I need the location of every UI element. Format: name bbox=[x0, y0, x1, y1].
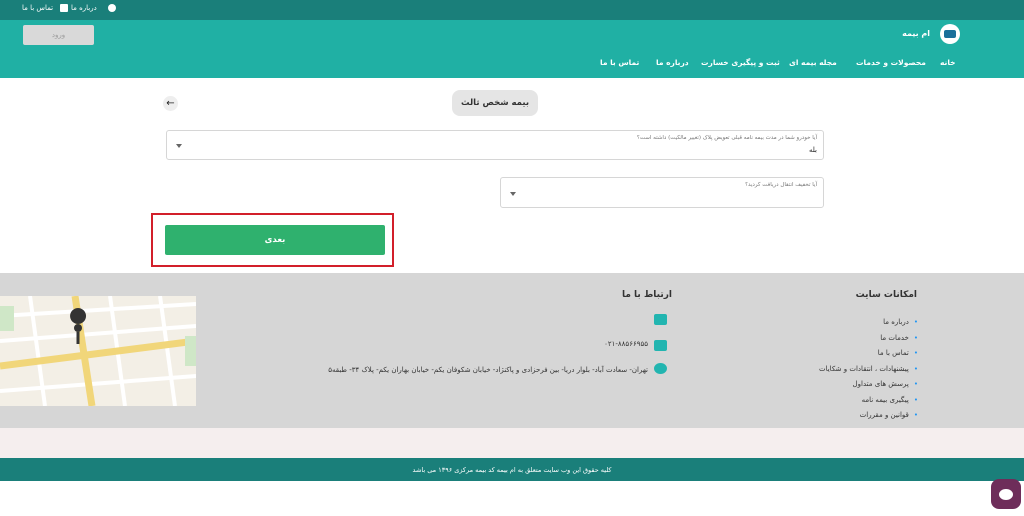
chevron-down-icon bbox=[176, 144, 182, 148]
next-button[interactable]: بعدی bbox=[165, 225, 385, 255]
contact-address: تهران- سعادت آباد- بلوار دریا- بین فرحزا… bbox=[328, 366, 648, 374]
topbar-about-link[interactable]: درباره ما bbox=[60, 4, 97, 12]
transfer-discount-select[interactable]: آیا تخفیف انتقال دریافت کردید؟ bbox=[500, 177, 824, 208]
footer-spacer bbox=[0, 428, 1024, 458]
copyright-text: کلیه حقوق این وب سایت متعلق به ام بیمه ک… bbox=[412, 465, 612, 474]
features-list: درباره ما خدمات ما تماس با ما پیشنهادات … bbox=[819, 318, 918, 427]
footer-link-faq[interactable]: پرسش های متداول bbox=[819, 380, 918, 396]
contact-title: ارتباط با ما bbox=[621, 290, 672, 300]
footer-link-rules[interactable]: قوانین و مقررات bbox=[819, 411, 918, 427]
logo-mark-icon bbox=[944, 30, 956, 38]
footer-link-contact[interactable]: تماس با ما bbox=[819, 349, 918, 365]
footer-link-services[interactable]: خدمات ما bbox=[819, 334, 918, 350]
nav-claims[interactable]: ثبت و پیگیری خسارت bbox=[701, 58, 780, 67]
nav-about[interactable]: درباره ما bbox=[656, 58, 689, 67]
plate-change-select[interactable]: آیا خودرو شما در مدت بیمه نامه قبلی تعوی… bbox=[166, 130, 824, 160]
site-header: ورود ام بیمه bbox=[0, 20, 1024, 78]
brand-name: ام بیمه bbox=[902, 29, 930, 38]
location-map[interactable] bbox=[0, 296, 196, 406]
plate-change-label: آیا خودرو شما در مدت بیمه نامه قبلی تعوی… bbox=[636, 135, 817, 141]
location-pin-icon bbox=[654, 363, 667, 374]
login-button[interactable]: ورود bbox=[23, 25, 94, 45]
topbar-about-label: درباره ما bbox=[71, 4, 97, 12]
page-title: بیمه شخص ثالث bbox=[452, 90, 538, 116]
nav-insurance-magazine[interactable]: مجله بیمه ای bbox=[789, 58, 837, 67]
envelope-icon[interactable] bbox=[654, 314, 667, 325]
footer-link-tracking[interactable]: پیگیری بیمه نامه bbox=[819, 396, 918, 412]
back-arrow-icon[interactable]: ← bbox=[163, 96, 178, 111]
nav-contact[interactable]: تماس با ما bbox=[600, 58, 639, 67]
chat-bubble-icon bbox=[999, 488, 1013, 500]
nav-home[interactable]: خانه bbox=[940, 58, 956, 67]
footer-link-about[interactable]: درباره ما bbox=[819, 318, 918, 334]
topbar-contact-link[interactable]: تماس با ما bbox=[22, 4, 53, 12]
map-image bbox=[0, 296, 196, 406]
topbar-contact-label: تماس با ما bbox=[22, 4, 54, 12]
top-bar: تماس با ما درباره ما bbox=[0, 0, 1024, 20]
info-icon[interactable] bbox=[108, 4, 116, 12]
house-icon bbox=[60, 4, 68, 12]
contact-phone: ۰۲۱-۸۸۵۶۶۹۵۵ bbox=[604, 340, 648, 348]
transfer-discount-label: آیا تخفیف انتقال دریافت کردید؟ bbox=[745, 182, 817, 188]
brand-logo[interactable] bbox=[940, 24, 960, 44]
plate-change-value: بله bbox=[808, 146, 817, 154]
copyright-bar: کلیه حقوق این وب سایت متعلق به ام بیمه ک… bbox=[0, 458, 1024, 481]
footer-link-feedback[interactable]: پیشنهادات ، انتقادات و شکایات bbox=[819, 365, 918, 381]
chevron-down-icon bbox=[510, 192, 516, 196]
features-title: امکانات سایت bbox=[855, 290, 917, 300]
chat-widget-button[interactable] bbox=[991, 479, 1021, 509]
phone-icon bbox=[654, 340, 667, 351]
nav-products-services[interactable]: محصولات و خدمات bbox=[856, 58, 926, 67]
